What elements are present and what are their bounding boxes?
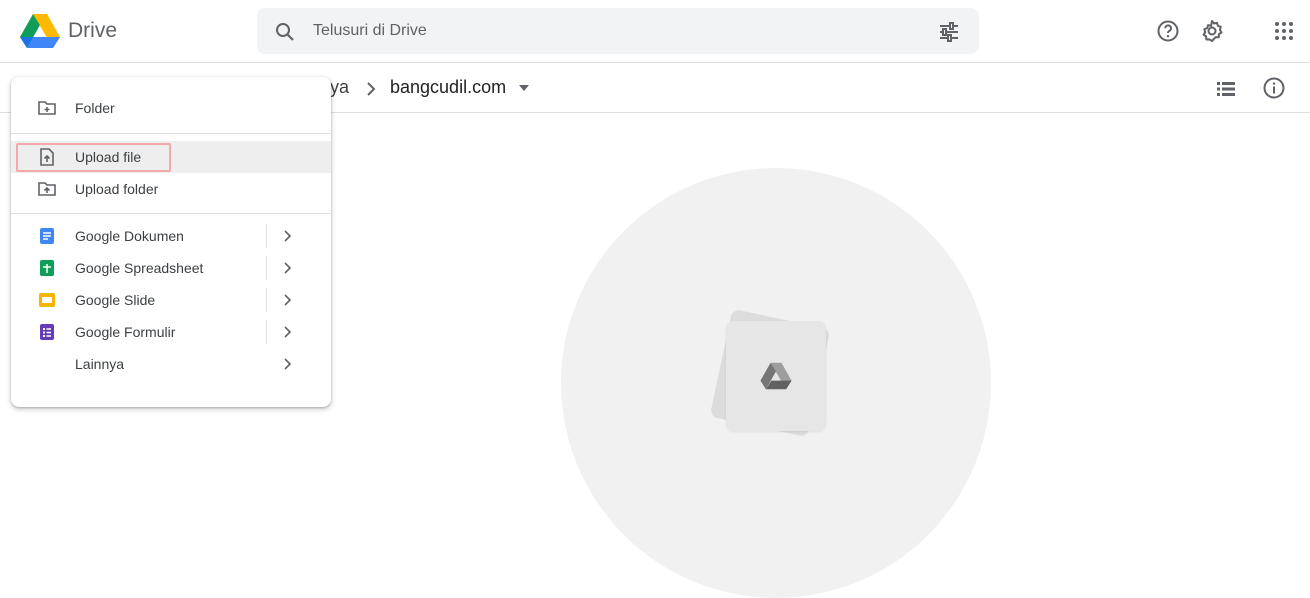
menu-item-label: Google Slide xyxy=(75,292,156,308)
chevron-right-icon[interactable] xyxy=(279,228,295,244)
forms-icon xyxy=(40,324,54,340)
drive-logo-icon[interactable] xyxy=(20,13,60,49)
help-icon[interactable] xyxy=(1156,19,1180,43)
apps-grid-icon[interactable] xyxy=(1272,19,1296,43)
menu-item-upload-folder[interactable]: Upload folder xyxy=(11,173,331,205)
tune-icon[interactable] xyxy=(937,20,961,44)
menu-item-google-forms[interactable]: Google Formulir xyxy=(11,316,331,348)
highlight-box xyxy=(16,143,171,172)
menu-item-label: Google Formulir xyxy=(75,324,176,340)
sheets-icon xyxy=(40,260,54,276)
menu-divider xyxy=(11,133,331,134)
menu-item-more[interactable]: Lainnya xyxy=(11,348,331,380)
slides-icon xyxy=(39,293,55,307)
chevron-right-icon[interactable] xyxy=(279,324,295,340)
gear-icon[interactable] xyxy=(1200,19,1224,43)
chevron-right-icon xyxy=(367,82,376,96)
list-view-icon[interactable] xyxy=(1214,77,1238,101)
chevron-right-icon[interactable] xyxy=(279,260,295,276)
menu-item-label: Google Spreadsheet xyxy=(75,260,204,276)
drive-logo-grey-icon xyxy=(760,362,792,390)
menu-item-separator xyxy=(266,224,267,248)
menu-item-separator xyxy=(266,320,267,344)
menu-item-label: Upload folder xyxy=(75,181,159,197)
breadcrumb-current-folder[interactable]: bangcudil.com xyxy=(390,77,506,98)
search-input[interactable] xyxy=(313,20,913,42)
chevron-right-icon[interactable] xyxy=(279,292,295,308)
menu-item-google-slides[interactable]: Google Slide xyxy=(11,284,331,316)
top-header: Drive xyxy=(0,0,1310,63)
menu-divider xyxy=(11,213,331,214)
breadcrumb-parent[interactable]: ya xyxy=(330,77,349,98)
search-icon[interactable] xyxy=(273,20,297,44)
caret-down-icon[interactable] xyxy=(516,82,532,94)
menu-item-label: Folder xyxy=(75,100,115,116)
app-name[interactable]: Drive xyxy=(68,19,117,43)
upload-folder-icon xyxy=(38,182,56,196)
info-icon[interactable] xyxy=(1262,76,1286,100)
menu-item-separator xyxy=(266,288,267,312)
chevron-right-icon[interactable] xyxy=(279,356,295,372)
menu-item-google-sheets[interactable]: Google Spreadsheet xyxy=(11,252,331,284)
new-item-menu: Folder Upload file Upload folder Google … xyxy=(11,77,331,407)
docs-icon xyxy=(40,228,54,244)
menu-item-folder[interactable]: Folder xyxy=(11,92,331,124)
menu-item-label: Google Dokumen xyxy=(75,228,184,244)
menu-item-label: Lainnya xyxy=(75,356,125,372)
menu-item-google-docs[interactable]: Google Dokumen xyxy=(11,220,331,252)
menu-item-separator xyxy=(266,256,267,280)
new-folder-icon xyxy=(38,101,56,115)
search-bar[interactable] xyxy=(257,8,979,54)
